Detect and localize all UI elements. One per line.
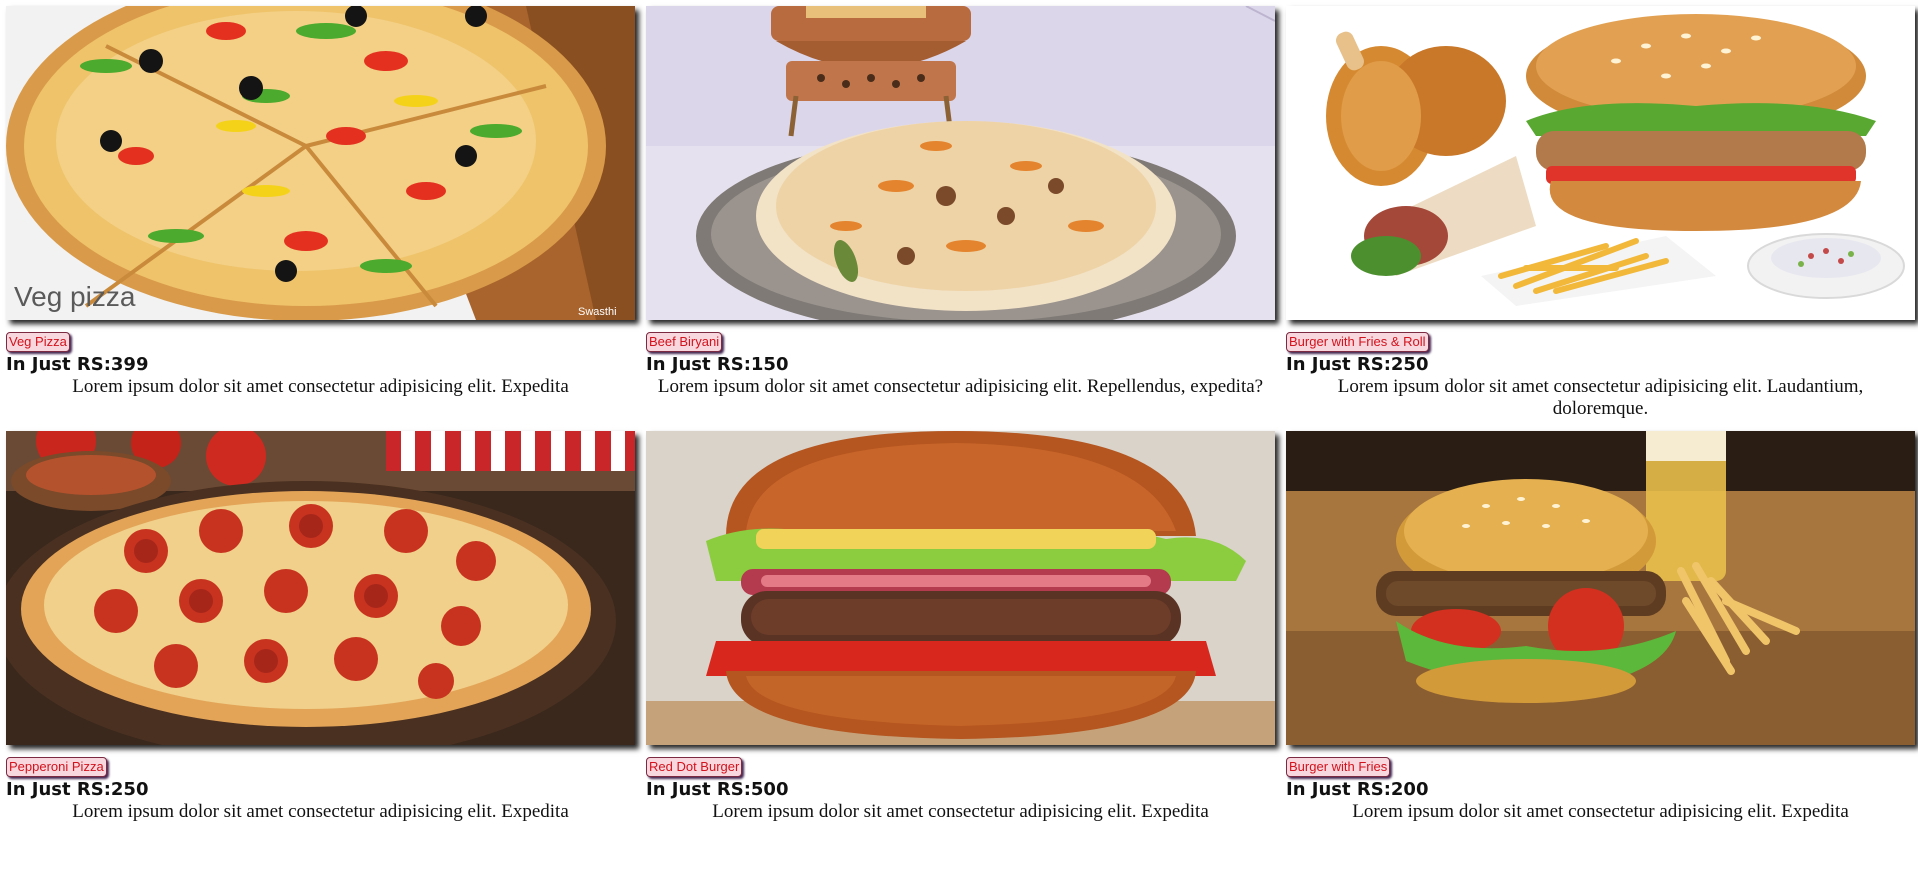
veg-pizza-illustration: Veg pizza Swasthi <box>6 6 635 320</box>
red-dot-burger-illustration <box>646 431 1275 745</box>
item-description: Lorem ipsum dolor sit amet consectetur a… <box>72 376 569 397</box>
card-caption: Beef Biryani In Just RS:150 Lorem ipsum … <box>646 320 1275 398</box>
menu-card: Burger with Fries In Just RS:200 Lorem i… <box>1286 431 1915 832</box>
item-description: Lorem ipsum dolor sit amet consectetur a… <box>72 801 569 822</box>
burger-fries-illustration <box>1286 431 1915 745</box>
card-caption: Veg Pizza In Just RS:399 Lorem ipsum dol… <box>6 320 635 398</box>
watermark-text: Swasthi <box>578 306 617 318</box>
item-name-badge[interactable]: Red Dot Burger <box>646 757 743 777</box>
item-description: Lorem ipsum dolor sit amet consectetur a… <box>1352 801 1849 822</box>
item-description: Lorem ipsum dolor sit amet consectetur a… <box>712 801 1209 822</box>
menu-card: Pepperoni Pizza In Just RS:250 Lorem ips… <box>6 431 635 832</box>
card-caption: Red Dot Burger In Just RS:500 Lorem ipsu… <box>646 745 1275 823</box>
item-name-badge[interactable]: Burger with Fries <box>1286 757 1391 777</box>
item-price: In Just RS:500 <box>646 779 789 800</box>
item-name-badge[interactable]: Burger with Fries & Roll <box>1286 332 1429 352</box>
item-price: In Just RS:250 <box>6 779 149 800</box>
pepperoni-pizza-illustration <box>6 431 635 745</box>
menu-grid: Veg pizza Swasthi Veg Pizza In Just RS:3… <box>6 6 1918 832</box>
card-caption: Pepperoni Pizza In Just RS:250 Lorem ips… <box>6 745 635 823</box>
menu-card: Red Dot Burger In Just RS:500 Lorem ipsu… <box>646 431 1275 832</box>
menu-card: Burger with Fries & Roll In Just RS:250 … <box>1286 6 1915 419</box>
burger-image[interactable] <box>646 431 1275 745</box>
burger-combo-image[interactable] <box>1286 6 1915 320</box>
biryani-illustration <box>646 6 1275 320</box>
biryani-image[interactable] <box>646 6 1275 320</box>
item-name-badge[interactable]: Pepperoni Pizza <box>6 757 107 777</box>
item-price: In Just RS:399 <box>6 354 149 375</box>
pepperoni-pizza-image[interactable] <box>6 431 635 745</box>
menu-card: Veg pizza Swasthi Veg Pizza In Just RS:3… <box>6 6 635 407</box>
burger-fries-image[interactable] <box>1286 431 1915 745</box>
item-description: Lorem ipsum dolor sit amet consectetur a… <box>1337 376 1864 419</box>
veg-pizza-overlay-text: Veg pizza <box>14 281 136 312</box>
item-price: In Just RS:250 <box>1286 354 1429 375</box>
menu-card: Beef Biryani In Just RS:150 Lorem ipsum … <box>646 6 1275 407</box>
card-caption: Burger with Fries In Just RS:200 Lorem i… <box>1286 745 1915 823</box>
item-description: Lorem ipsum dolor sit amet consectetur a… <box>657 376 1264 397</box>
item-price: In Just RS:150 <box>646 354 789 375</box>
item-name-badge[interactable]: Beef Biryani <box>646 332 723 352</box>
item-price: In Just RS:200 <box>1286 779 1429 800</box>
card-caption: Burger with Fries & Roll In Just RS:250 … <box>1286 320 1915 420</box>
veg-pizza-image[interactable]: Veg pizza Swasthi <box>6 6 635 320</box>
item-name-badge[interactable]: Veg Pizza <box>6 332 70 352</box>
burger-combo-illustration <box>1286 6 1915 320</box>
